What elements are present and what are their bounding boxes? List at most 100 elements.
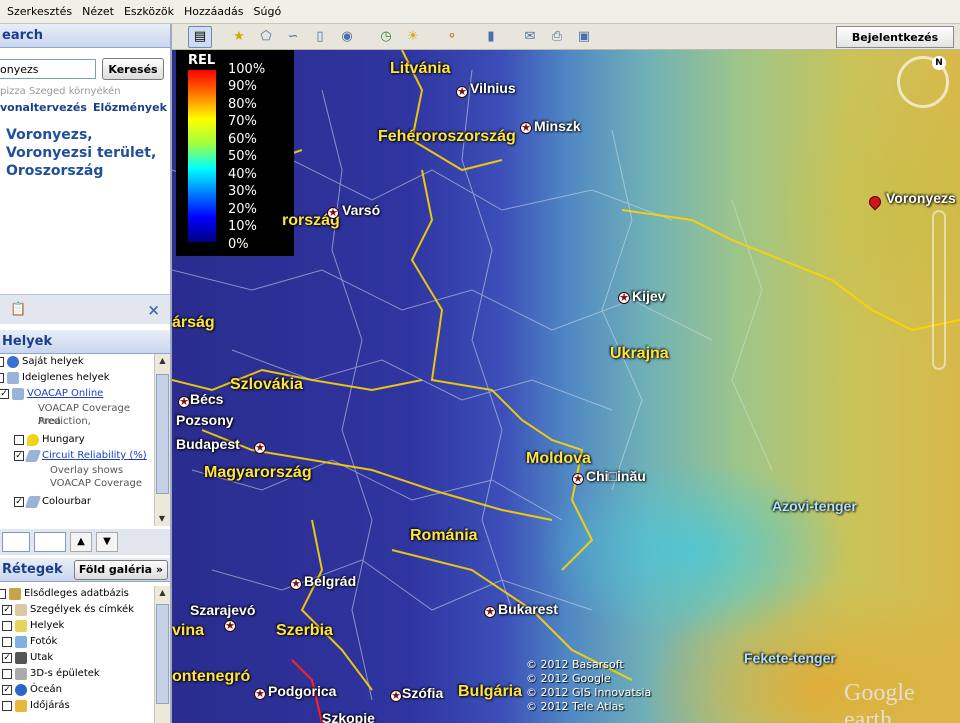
places-nav-input[interactable] bbox=[34, 532, 66, 552]
layer-item[interactable]: Időjárás bbox=[0, 698, 156, 714]
menu-view[interactable]: Nézet bbox=[77, 0, 119, 24]
history-link[interactable]: Előzmények bbox=[93, 101, 167, 114]
email-icon[interactable]: ✉ bbox=[518, 26, 542, 48]
capital-marker-icon[interactable]: ★ bbox=[178, 396, 190, 408]
tree-item-label[interactable]: Circuit Reliability (%) bbox=[42, 448, 147, 464]
scroll-down-icon[interactable]: ▼ bbox=[155, 512, 169, 526]
sunlight-icon[interactable]: ☀ bbox=[401, 26, 425, 48]
add-placemark-icon[interactable]: ★ bbox=[227, 26, 251, 48]
menu-help[interactable]: Súgó bbox=[249, 0, 287, 24]
checkbox[interactable]: ✓ bbox=[14, 497, 24, 507]
layers-scrollbar[interactable]: ▲ bbox=[154, 586, 170, 723]
scroll-up-icon[interactable]: ▲ bbox=[155, 586, 170, 600]
checkbox[interactable] bbox=[2, 621, 12, 631]
checkbox[interactable] bbox=[0, 357, 4, 367]
layer-item[interactable]: ✓ Óceán bbox=[0, 682, 156, 698]
city-label[interactable]: Minszk bbox=[534, 118, 581, 134]
checkbox[interactable]: ✓ bbox=[0, 389, 9, 399]
scroll-thumb[interactable] bbox=[156, 374, 169, 494]
city-label[interactable]: Podgorica bbox=[268, 683, 336, 699]
sidebar-toggle-icon[interactable]: ▤ bbox=[188, 25, 212, 48]
panel-toggle-icon[interactable] bbox=[2, 532, 30, 552]
capital-marker-icon[interactable]: ★ bbox=[254, 442, 266, 454]
tree-item-temp-places[interactable]: Ideiglenes helyek bbox=[0, 370, 156, 386]
zoom-slider[interactable] bbox=[932, 210, 946, 370]
capital-marker-icon[interactable]: ★ bbox=[390, 690, 402, 702]
menu-edit[interactable]: Szerkesztés bbox=[2, 0, 77, 24]
city-label[interactable]: Pozsony bbox=[176, 412, 234, 428]
tree-item-circuit-reliability[interactable]: ✓ Circuit Reliability (%) bbox=[0, 448, 156, 464]
city-label[interactable]: Bukarest bbox=[498, 601, 558, 617]
layer-item[interactable]: ✓ Szegélyek és címkék bbox=[0, 602, 156, 618]
historical-imagery-icon[interactable]: ◷ bbox=[374, 26, 398, 48]
search-panel-header[interactable]: earch bbox=[0, 24, 170, 48]
planets-icon[interactable]: ⚬ bbox=[440, 26, 464, 48]
checkbox[interactable]: ✓ bbox=[2, 685, 12, 695]
places-scrollbar[interactable]: ▲ ▼ bbox=[154, 354, 170, 526]
scroll-up-icon[interactable]: ▲ bbox=[155, 354, 170, 368]
city-label[interactable]: Chi□inău bbox=[586, 468, 646, 484]
city-label[interactable]: Kijev bbox=[632, 288, 665, 304]
checkbox[interactable]: ✓ bbox=[2, 605, 12, 615]
checkbox[interactable] bbox=[2, 637, 12, 647]
menu-add[interactable]: Hozzáadás bbox=[179, 0, 249, 24]
capital-marker-icon[interactable]: ★ bbox=[327, 207, 339, 219]
clipboard-icon[interactable]: 📋 bbox=[10, 302, 26, 317]
checkbox[interactable] bbox=[2, 701, 12, 711]
capital-marker-icon[interactable]: ★ bbox=[520, 122, 532, 134]
layer-item[interactable]: Elsődleges adatbázis bbox=[0, 586, 156, 602]
search-result[interactable]: Voronyezs, Voronyezsi terület, Oroszorsz… bbox=[0, 114, 170, 180]
earth-gallery-button[interactable]: Föld galéria » bbox=[73, 559, 168, 580]
capital-marker-icon[interactable]: ★ bbox=[224, 620, 236, 632]
route-planning-link[interactable]: vonaltervezés bbox=[0, 101, 87, 114]
city-label[interactable]: Belgrád bbox=[304, 573, 356, 589]
tree-item-voacap[interactable]: ✓ VOACAP Online bbox=[0, 386, 156, 402]
city-label[interactable]: Vilnius bbox=[470, 80, 516, 96]
ruler-icon[interactable]: ▮ bbox=[479, 26, 503, 48]
layer-item[interactable]: 3D-s épületek bbox=[0, 666, 156, 682]
add-polygon-icon[interactable]: ⬠ bbox=[254, 26, 278, 48]
search-input[interactable] bbox=[0, 59, 96, 79]
places-panel-header[interactable]: Helyek bbox=[0, 330, 170, 354]
city-label[interactable]: Varsó bbox=[342, 202, 380, 218]
layer-item[interactable]: ✓ Utak bbox=[0, 650, 156, 666]
menu-tools[interactable]: Eszközök bbox=[119, 0, 179, 24]
capital-marker-icon[interactable]: ★ bbox=[484, 606, 496, 618]
layer-item[interactable]: Fotók bbox=[0, 634, 156, 650]
checkbox[interactable]: ✓ bbox=[14, 451, 24, 461]
checkbox[interactable] bbox=[2, 669, 12, 679]
tree-item-hungary[interactable]: Hungary bbox=[0, 432, 156, 448]
capital-marker-icon[interactable]: ★ bbox=[254, 688, 266, 700]
city-label[interactable]: Budapest bbox=[176, 436, 240, 452]
capital-marker-icon[interactable]: ★ bbox=[572, 473, 584, 485]
checkbox[interactable] bbox=[14, 435, 24, 445]
city-label[interactable]: Bécs bbox=[190, 391, 223, 407]
add-overlay-icon[interactable]: ▯ bbox=[308, 26, 332, 48]
record-tour-icon[interactable]: ◉ bbox=[335, 26, 359, 48]
city-label[interactable]: Szófia bbox=[402, 685, 443, 701]
search-button[interactable]: Keresés bbox=[102, 58, 164, 80]
city-label[interactable]: Voronyezs bbox=[886, 190, 956, 206]
save-image-icon[interactable]: ▣ bbox=[572, 26, 596, 48]
tree-item-colourbar[interactable]: ✓ Colourbar bbox=[0, 494, 156, 510]
layer-item[interactable]: Helyek bbox=[0, 618, 156, 634]
layers-title[interactable]: Rétegek bbox=[2, 558, 63, 582]
checkbox[interactable] bbox=[0, 373, 4, 383]
checkbox[interactable] bbox=[0, 589, 6, 599]
print-icon[interactable]: ⎙ bbox=[545, 26, 569, 48]
city-label[interactable]: Szkopje bbox=[322, 710, 375, 723]
move-up-button[interactable]: ▲ bbox=[70, 532, 92, 552]
map-view[interactable]: REL 100% 90% 80% 70% 60% 50% 40% 30% 20%… bbox=[172, 50, 960, 723]
tree-item-my-places[interactable]: Saját helyek bbox=[0, 354, 156, 370]
capital-marker-icon[interactable]: ★ bbox=[618, 292, 630, 304]
close-icon[interactable]: × bbox=[147, 301, 160, 319]
tree-item-label[interactable]: VOACAP Online bbox=[27, 386, 103, 402]
compass-north-icon[interactable]: N bbox=[932, 56, 946, 70]
capital-marker-icon[interactable]: ★ bbox=[290, 578, 302, 590]
add-path-icon[interactable]: ∽ bbox=[281, 26, 305, 48]
scroll-thumb[interactable] bbox=[156, 604, 169, 704]
city-label[interactable]: Szarajevó bbox=[190, 602, 255, 618]
capital-marker-icon[interactable]: ★ bbox=[456, 86, 468, 98]
login-button[interactable]: Bejelentkezés bbox=[836, 26, 954, 48]
checkbox[interactable]: ✓ bbox=[2, 653, 12, 663]
